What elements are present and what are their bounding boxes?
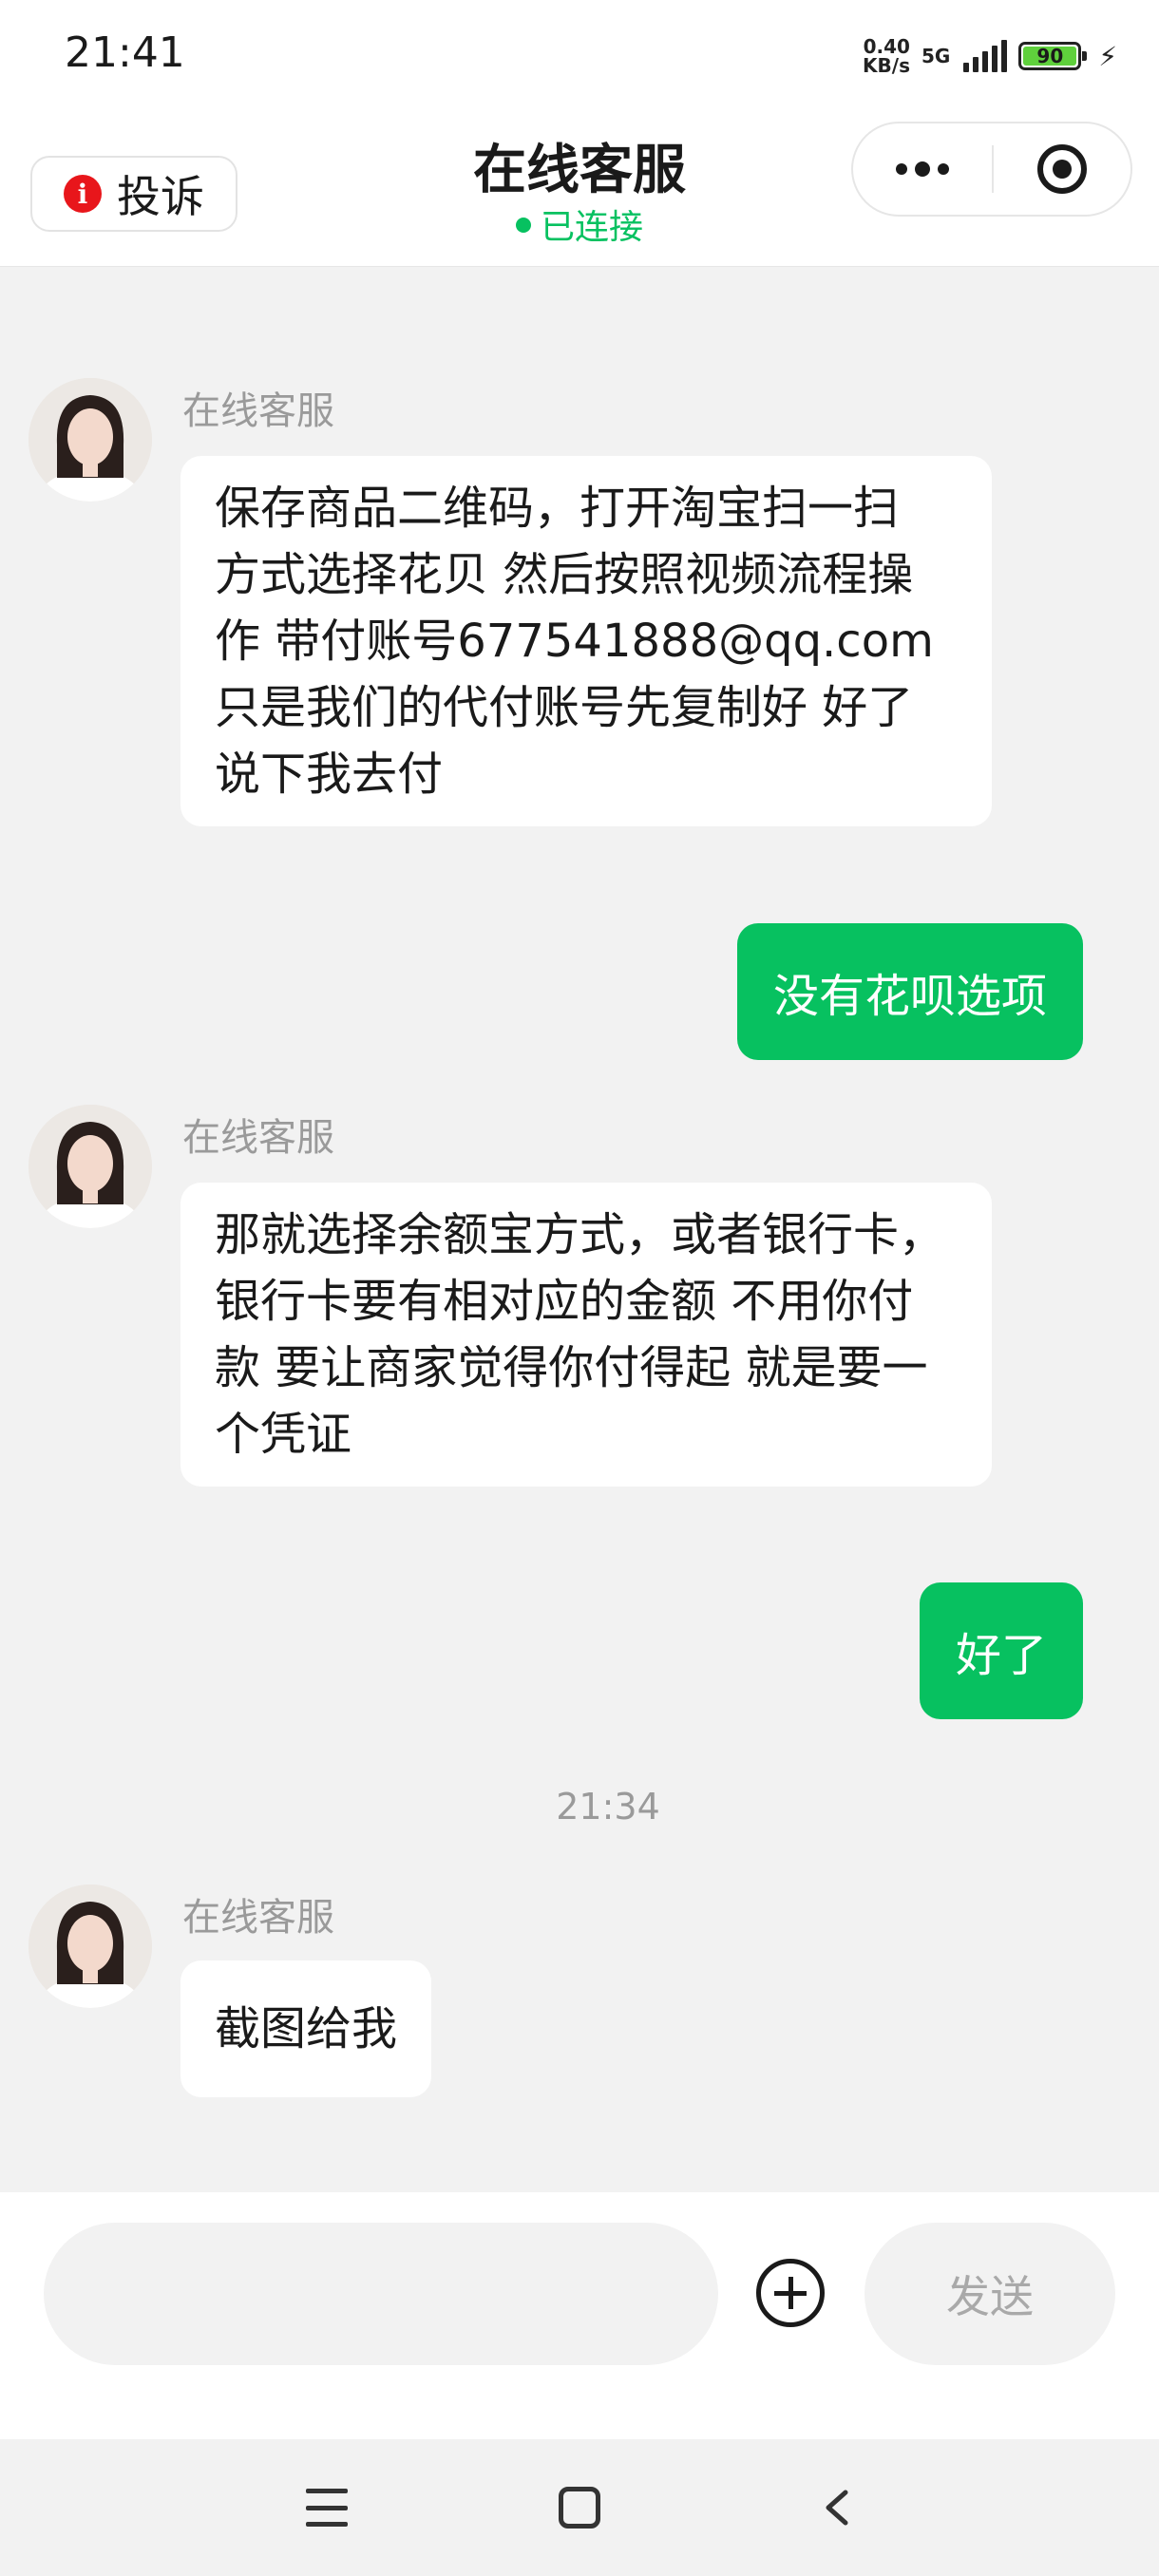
- back-icon[interactable]: [819, 2489, 857, 2527]
- avatar[interactable]: [28, 1885, 152, 2008]
- sender-name: 在线客服: [182, 1116, 334, 1160]
- charging-icon: ⚡: [1098, 40, 1117, 72]
- close-mini-program-button[interactable]: [994, 144, 1130, 194]
- target-icon: [1037, 144, 1087, 194]
- status-time: 21:41: [65, 28, 185, 77]
- status-dot-icon: [515, 218, 531, 233]
- connection-status-label: 已连接: [540, 208, 643, 247]
- more-dot-icon: [915, 161, 930, 177]
- net-speed-value: 0.40: [863, 35, 910, 58]
- net-speed: 0.40 KB/s: [863, 37, 910, 75]
- incoming-message-bubble[interactable]: 那就选择余额宝方式，或者银行卡，银行卡要有相对应的金额 不用你付款 要让商家觉得…: [180, 1183, 992, 1487]
- more-dot-icon: [938, 163, 949, 175]
- incoming-message-bubble[interactable]: 截图给我: [180, 1960, 432, 2097]
- battery-level: 90: [1023, 45, 1077, 67]
- message-text: 那就选择余额宝方式，或者银行卡，银行卡要有相对应的金额 不用你付款 要让商家觉得…: [215, 1208, 945, 1461]
- timestamp: 21:34: [556, 1786, 660, 1828]
- outgoing-message-bubble[interactable]: 没有花呗选项: [736, 923, 1083, 1060]
- message-text: 保存商品二维码，打开淘宝扫一扫 方式选择花贝 然后按照视频流程操作 带付账号67…: [215, 482, 934, 801]
- input-bar: 发送: [0, 2192, 1159, 2439]
- recents-menu-icon[interactable]: [306, 2489, 348, 2527]
- network-type: 5G: [921, 45, 951, 67]
- net-speed-unit: KB/s: [863, 54, 910, 77]
- more-options-button[interactable]: [853, 123, 992, 215]
- battery-icon: 90: [1018, 42, 1088, 70]
- avatar[interactable]: [28, 1105, 152, 1228]
- add-attachment-button[interactable]: [756, 2259, 825, 2327]
- mini-program-capsule: [851, 122, 1132, 217]
- avatar[interactable]: [28, 378, 152, 502]
- message-text: 好了: [955, 1629, 1047, 1682]
- sender-name: 在线客服: [182, 389, 334, 433]
- sender-name: 在线客服: [182, 1896, 334, 1940]
- message-text: 截图给我: [215, 2002, 398, 2055]
- status-bar: 21:41 0.40 KB/s 5G 90 ⚡: [0, 0, 1159, 114]
- home-icon[interactable]: [559, 2487, 600, 2529]
- message-input[interactable]: [44, 2223, 718, 2365]
- outgoing-message-bubble[interactable]: 好了: [919, 1582, 1083, 1719]
- message-text: 没有花呗选项: [772, 970, 1047, 1023]
- system-nav-bar: [0, 2439, 1159, 2576]
- send-button[interactable]: 发送: [864, 2223, 1115, 2365]
- incoming-message-bubble[interactable]: 保存商品二维码，打开淘宝扫一扫 方式选择花贝 然后按照视频流程操作 带付账号67…: [180, 456, 992, 826]
- chat-header: i 投诉 在线客服 已连接: [0, 114, 1159, 267]
- signal-icon: [963, 40, 1008, 72]
- more-dot-icon: [896, 163, 907, 175]
- status-icons: 0.40 KB/s 5G 90 ⚡: [863, 32, 1117, 80]
